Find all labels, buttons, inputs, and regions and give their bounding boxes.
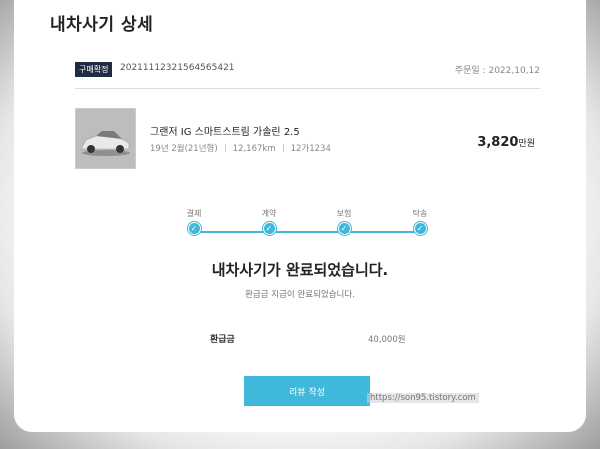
car-image [75,108,136,169]
page-title: 내차사기 상세 [50,15,154,35]
check-icon: ✓ [262,222,276,235]
check-icon: ✓ [413,222,427,235]
car-mileage: 12,167km [232,144,276,154]
meta-separator [224,144,226,152]
divider [75,88,540,89]
price-unit: 만원 [518,139,535,149]
price-value: 3,820 [477,135,519,150]
progress-line [194,231,420,233]
step-insurance: 보험 ✓ [324,208,364,235]
step-label: 계약 [261,209,277,218]
step-label: 보험 [336,209,352,218]
status-badge: 구매확정 [75,62,113,77]
completion-title: 내차사기가 완료되었습니다. [211,261,389,279]
meta-separator [282,144,284,152]
step-label: 결제 [186,209,202,218]
car-price: 3,820만원 [477,131,535,150]
check-icon: ✓ [187,222,201,235]
step-delivery: 탁송 ✓ [400,208,440,235]
completion-subtitle: 환급금 지급이 완료되었습니다. [245,290,355,300]
write-review-button[interactable]: 리뷰 작성 [244,376,370,406]
car-meta: 19년 2월(21년형) 12,167km 12가1234 [150,142,331,154]
car-year: 19년 2월(21년형) [150,144,218,154]
order-info-row: 구매확정 20211112321564565421 주문일 : 2022,10,… [75,62,540,78]
step-contract: 계약 ✓ [249,208,289,235]
check-icon: ✓ [337,222,351,235]
refund-label: 환급금 [210,335,235,345]
refund-value: 40,000원 [368,335,406,345]
watermark-text: https://son95.tistory.com [367,393,479,403]
order-number: 20211112321564565421 [120,63,235,73]
order-date: 주문일 : 2022,10,12 [454,66,540,76]
step-payment: 결제 ✓ [174,208,214,235]
car-plate: 12가1234 [290,144,331,154]
car-name: 그랜저 IG 스마트스트림 가솔린 2.5 [150,127,300,138]
step-label: 탁송 [412,209,428,218]
